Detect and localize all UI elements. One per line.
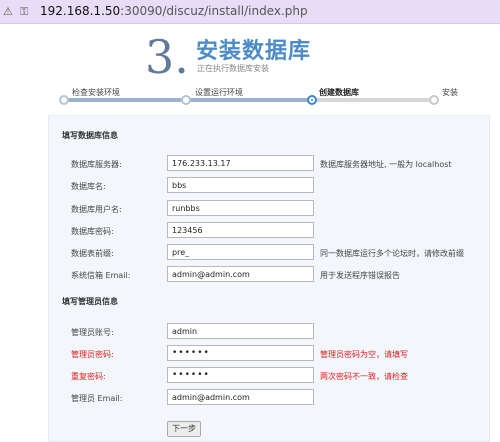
- steps-track: [64, 98, 436, 102]
- admin-account-input[interactable]: [167, 323, 314, 339]
- url-host: 192.168.1.50: [40, 4, 121, 18]
- db-password-input[interactable]: [167, 222, 314, 238]
- step-label-install: 安装: [442, 88, 458, 97]
- next-step-button[interactable]: 下一步: [167, 421, 201, 437]
- db-name-label: 数据库名:: [71, 182, 106, 191]
- db-server-input[interactable]: [167, 155, 314, 171]
- step-dot-install: [429, 95, 439, 105]
- db-user-label: 数据库用户名:: [71, 205, 122, 214]
- url-path: :30090/discuz/install/index.php: [120, 4, 308, 18]
- db-server-hint: 数据库服务器地址, 一般为 localhost: [320, 160, 452, 169]
- not-secure-icon[interactable]: ⚠: [3, 5, 13, 18]
- step-label-create-db: 创建数据库: [319, 88, 359, 97]
- admin-section-title: 填写管理员信息: [62, 297, 118, 306]
- table-prefix-input[interactable]: [167, 244, 314, 260]
- step-dot-create-db: [307, 95, 317, 105]
- step-dot-setup-env: [181, 95, 191, 105]
- repeat-password-label: 重复密码:: [71, 372, 106, 381]
- db-name-input[interactable]: [167, 177, 314, 193]
- step-number: 3.: [145, 30, 189, 84]
- page-subtitle: 正在执行数据库安装: [197, 64, 269, 73]
- page-title: 安装数据库: [196, 39, 312, 64]
- db-password-label: 数据库密码:: [71, 227, 114, 236]
- step-dot-check-env: [59, 95, 69, 105]
- system-email-label: 系统信箱 Email:: [71, 271, 131, 280]
- step-label-setup-env: 设置运行环境: [195, 88, 243, 97]
- step-label-check-env: 检查安装环境: [72, 88, 120, 97]
- system-email-hint: 用于发送程序错误报告: [320, 271, 400, 280]
- repeat-password-input[interactable]: [167, 367, 314, 383]
- key-icon[interactable]: ⚿: [20, 5, 28, 19]
- table-prefix-label: 数据表前缀:: [71, 249, 114, 258]
- db-section-title: 填写数据库信息: [62, 131, 118, 140]
- admin-password-error: 管理员密码为空，请填写: [320, 350, 408, 359]
- db-server-label: 数据库服务器:: [71, 160, 122, 169]
- admin-account-label: 管理员账号:: [71, 328, 114, 337]
- admin-password-input[interactable]: [167, 345, 314, 361]
- admin-email-input[interactable]: [167, 389, 314, 405]
- address-bar[interactable]: ⚠ ⚿ 192.168.1.50:30090/discuz/install/in…: [0, 0, 500, 24]
- admin-email-label: 管理员 Email:: [71, 394, 123, 403]
- admin-password-label: 管理员密码:: [71, 350, 114, 359]
- repeat-password-error: 两次密码不一致，请检查: [320, 372, 408, 381]
- db-user-input[interactable]: [167, 200, 314, 216]
- table-prefix-hint: 同一数据库运行多个论坛时，请修改前缀: [320, 249, 464, 258]
- system-email-input[interactable]: [167, 266, 314, 282]
- url-text[interactable]: 192.168.1.50:30090/discuz/install/index.…: [40, 4, 308, 18]
